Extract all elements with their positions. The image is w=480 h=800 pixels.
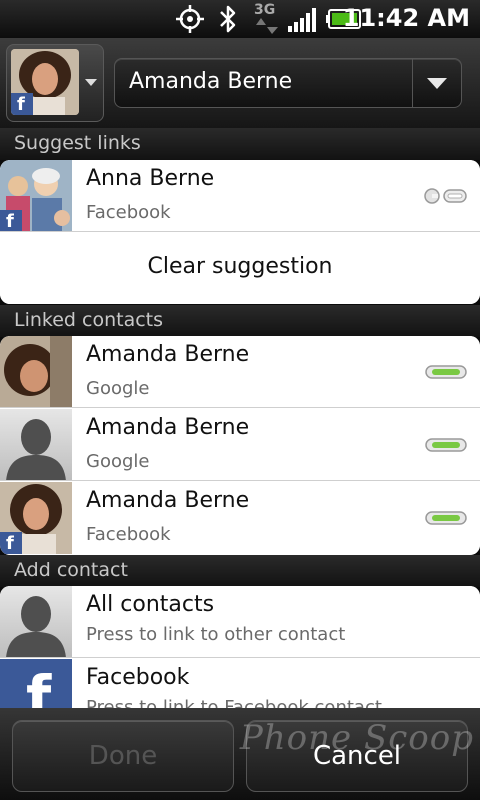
linked-contact-source: Google [86,451,150,472]
suggested-contact-name: Anna Berne [86,166,215,191]
linked-contact-name: Amanda Berne [86,342,250,367]
add-all-contacts-row[interactable]: All contacts Press to link to other cont… [0,586,480,658]
clock: 11:42 AM [342,4,470,32]
gps-icon [176,5,204,33]
status-bar: 3G 11:42 AM [0,0,480,38]
add-row-title: Facebook [86,665,190,690]
linked-contact-source: Facebook [86,524,171,545]
contact-photo: f [0,482,72,554]
facebook-badge-icon: f [0,532,22,554]
suggest-card: f Anna Berne Facebook Clear suggestion [0,160,480,304]
default-contact-silhouette-icon [0,586,72,658]
linked-contact-source: Google [86,378,150,399]
suggested-contact-source: Facebook [86,202,171,223]
selected-contact-name: Amanda Berne [129,69,293,94]
contact-photo-button[interactable]: f [6,44,104,122]
done-button[interactable]: Done [12,720,234,792]
row-divider [0,657,480,658]
avatar: f [11,49,79,115]
link-on-icon[interactable] [424,435,468,455]
link-on-icon[interactable] [424,508,468,528]
done-label: Done [88,741,158,771]
add-row-title: All contacts [86,592,215,617]
linked-contact-row[interactable]: Amanda Berne Google [0,336,480,408]
row-divider [0,407,480,408]
suggested-contact-photo: f [0,160,72,232]
facebook-badge-icon: f [0,210,22,232]
section-add-contact: Add contact [0,555,480,587]
linked-contact-row[interactable]: f Amanda Berne Facebook [0,482,480,554]
signal-icon [288,8,316,32]
linked-contact-row[interactable]: Amanda Berne Google [0,409,480,481]
link-off-icon[interactable] [424,186,468,206]
3g-data-icon: 3G [252,2,280,34]
contact-header: f Amanda Berne [0,38,480,128]
section-linked-contacts: Linked contacts [0,305,480,337]
section-suggest-links: Suggest links [0,128,480,160]
dropdown-arrow-icon [427,78,447,89]
linked-contacts-card: Amanda Berne Google Amanda Berne Google [0,336,480,555]
bluetooth-icon [220,5,236,33]
clear-suggestion-button[interactable]: Clear suggestion [0,232,480,304]
facebook-badge-icon: f [11,93,33,115]
select-divider [412,59,413,107]
add-row-subtitle: Press to link to other contact [86,624,346,645]
linked-contact-name: Amanda Berne [86,415,250,440]
default-contact-silhouette-icon [0,409,72,481]
row-divider [0,480,480,481]
linked-contact-name: Amanda Berne [86,488,250,513]
suggested-contact-row[interactable]: f Anna Berne Facebook [0,160,480,232]
link-on-icon[interactable] [424,362,468,382]
add-contact-card: All contacts Press to link to other cont… [0,586,480,716]
contact-name-select[interactable]: Amanda Berne [114,58,462,108]
contact-photo [0,336,72,408]
clear-suggestion-label: Clear suggestion [147,254,333,279]
watermark: Phone Scoop [239,718,474,758]
chevron-down-icon [85,79,97,86]
